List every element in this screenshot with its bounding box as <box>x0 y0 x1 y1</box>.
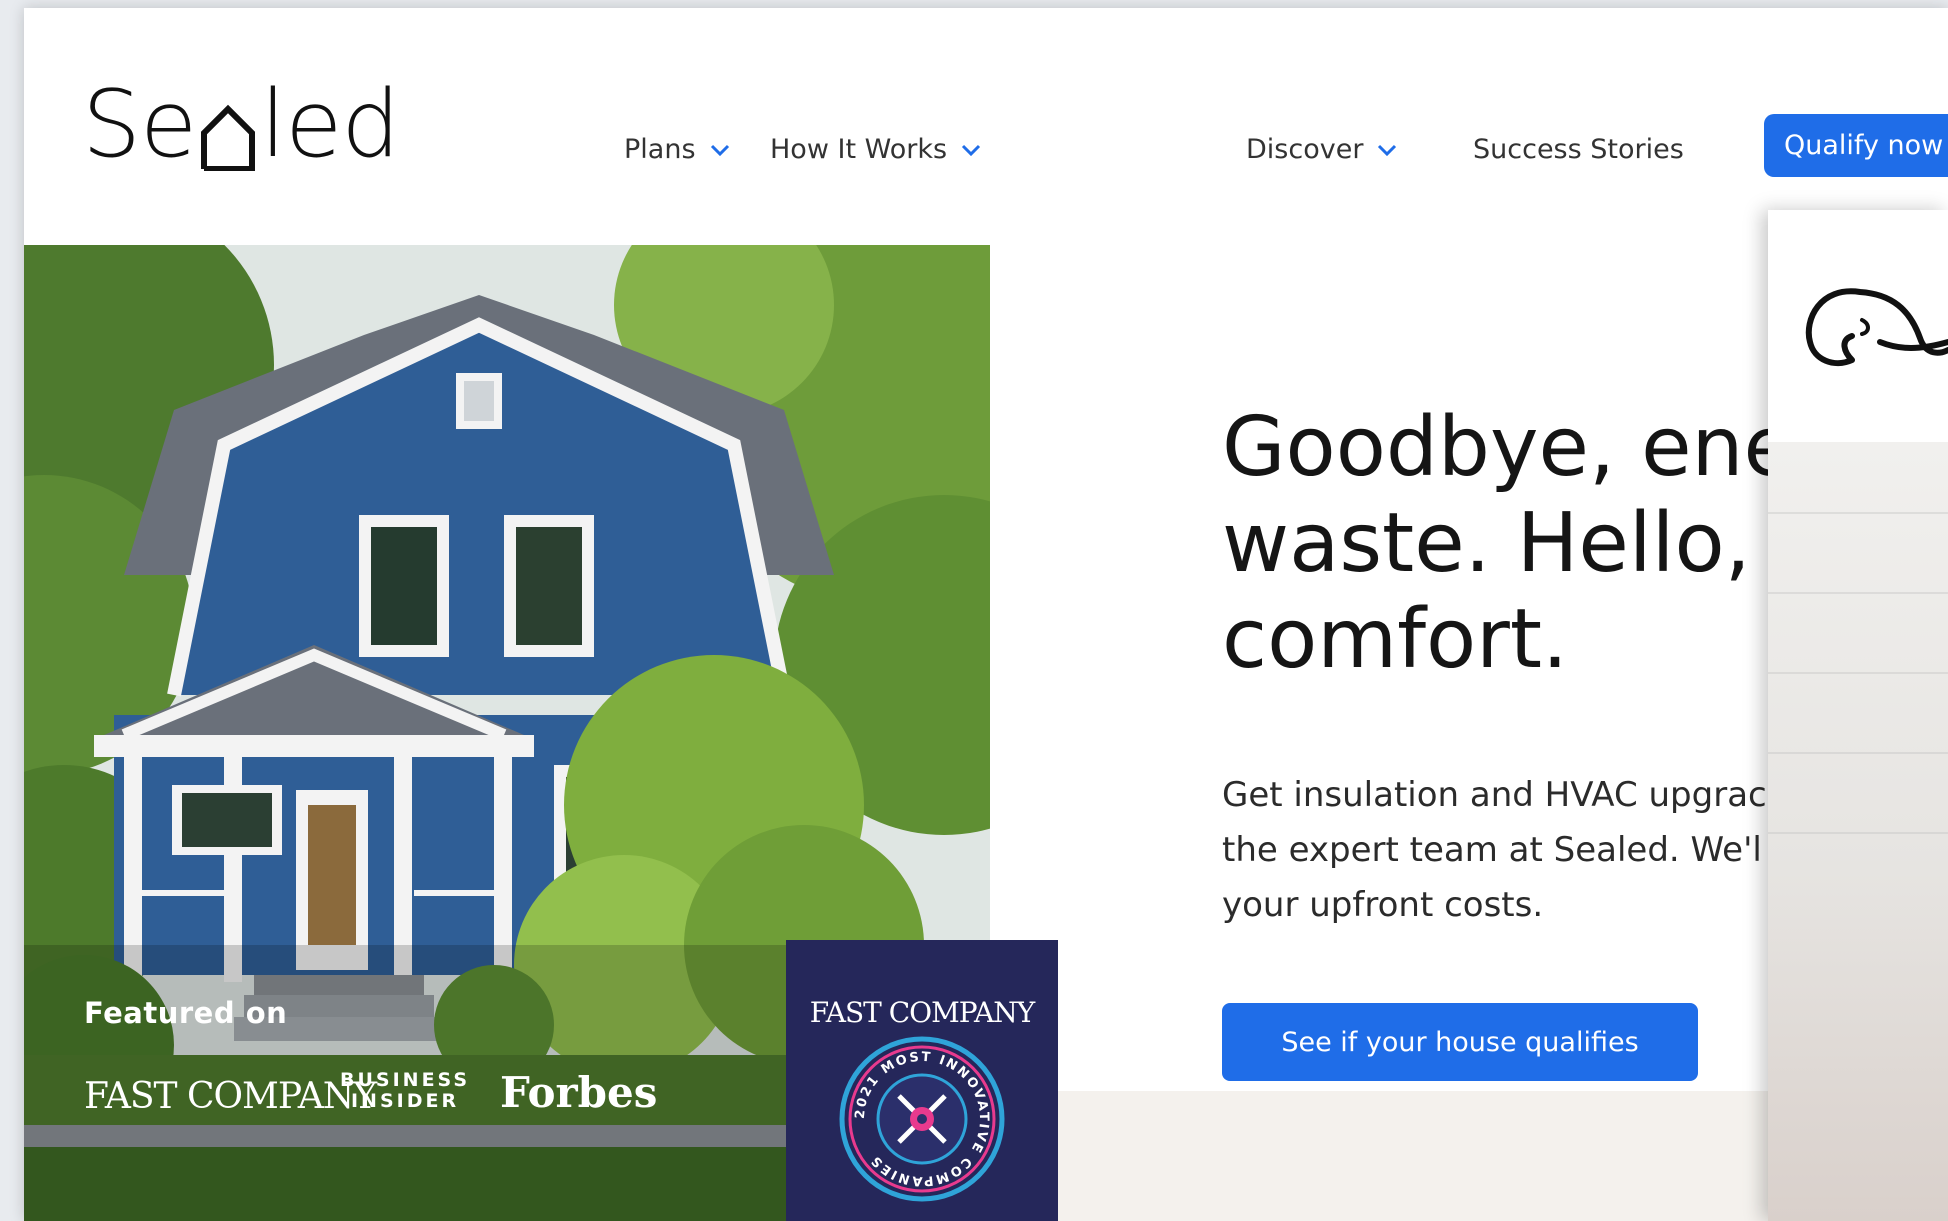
see-if-qualifies-button[interactable]: See if your house qualifies <box>1222 1003 1698 1081</box>
logo-text-post: led <box>260 70 400 178</box>
house-logo-icon <box>201 104 256 171</box>
fast-company-logo: FAST COMPANY <box>84 1076 377 1117</box>
featured-on-label: Featured on <box>84 996 288 1030</box>
chevron-down-icon <box>962 144 981 156</box>
hero-headline: Goodbye, ener waste. Hello, comfort. <box>1222 400 1828 687</box>
business-insider-line1: BUSINESS <box>340 1069 471 1091</box>
overlay-panel-photo <box>1768 442 1948 1221</box>
business-insider-line2: INSIDER <box>350 1090 460 1112</box>
award-badge: FAST COMPANY 2021 MOST INNOVATIVE COMPAN… <box>786 940 1058 1221</box>
nav-how-it-works-label: How It Works <box>770 134 948 165</box>
nav-discover-label: Discover <box>1246 134 1364 165</box>
business-insider-logo: BUSINESS INSIDER <box>340 1070 470 1112</box>
elephant-icon <box>1805 288 1948 367</box>
award-fast-company-title: FAST COMPANY <box>809 996 1036 1029</box>
hero-subcopy: Get insulation and HVAC upgrac the exper… <box>1222 775 1767 925</box>
page: Se led Plans How It Works Discover Succe… <box>24 8 1948 1221</box>
sealed-logo[interactable]: Se led <box>82 70 400 178</box>
logo-text-pre: Se <box>82 70 197 178</box>
nav-success-stories[interactable]: Success Stories <box>1473 134 1684 165</box>
nav-plans[interactable]: Plans <box>624 134 730 165</box>
qualify-now-button[interactable]: Qualify now <box>1764 114 1948 177</box>
nav-plans-label: Plans <box>624 134 696 165</box>
chevron-down-icon <box>710 144 729 156</box>
chevron-down-icon <box>1378 144 1397 156</box>
most-innovative-seal-icon: 2021 MOST INNOVATIVE COMPANIES <box>839 1036 1005 1202</box>
forbes-logo: Forbes <box>500 1068 658 1117</box>
nav-how-it-works[interactable]: How It Works <box>770 134 981 165</box>
overlay-panel-header <box>1768 210 1948 442</box>
nav-success-stories-label: Success Stories <box>1473 134 1684 165</box>
overlay-panel[interactable] <box>1768 210 1948 1221</box>
nav-discover[interactable]: Discover <box>1246 134 1397 165</box>
